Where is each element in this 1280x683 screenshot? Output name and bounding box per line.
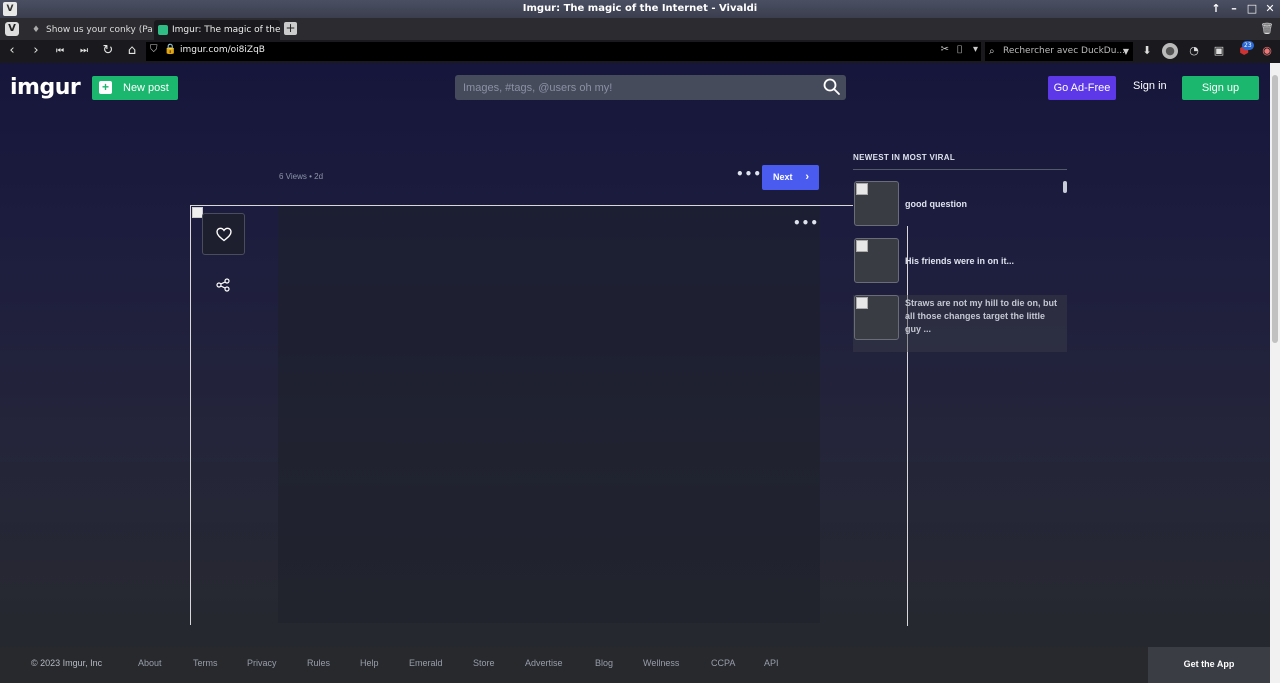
reload-icon[interactable]: ↻ bbox=[99, 42, 117, 60]
footer-link-help[interactable]: Help bbox=[360, 658, 379, 668]
footer-link-advertise[interactable]: Advertise bbox=[525, 658, 563, 668]
post-meta: 6 Views • 2d bbox=[279, 172, 323, 181]
next-post-button[interactable]: Next › bbox=[762, 165, 819, 190]
url-field[interactable]: ⛉ 🔒 imgur.com/oi8iZqB ✂ ⌷ ▾ bbox=[146, 42, 981, 61]
search-input[interactable] bbox=[455, 75, 815, 100]
vivaldi-menu-icon[interactable]: V bbox=[5, 22, 19, 36]
footer-link-about[interactable]: About bbox=[138, 658, 162, 668]
next-label: Next bbox=[773, 172, 793, 182]
new-tab-icon[interactable]: + bbox=[284, 22, 297, 35]
footer-link-privacy[interactable]: Privacy bbox=[247, 658, 277, 668]
imgur-favicon-icon bbox=[158, 25, 168, 35]
imgur-page: imgur + New post Go Ad-Free Sign in Sign… bbox=[0, 63, 1270, 683]
download-icon[interactable]: ⬇ bbox=[1139, 43, 1155, 59]
page-scrollbar[interactable] bbox=[1270, 63, 1280, 683]
extension-icon[interactable]: ◉ bbox=[1259, 43, 1275, 59]
tab-label: Imgur: The magic of the Int bbox=[172, 25, 280, 35]
tab-imgur[interactable]: Imgur: The magic of the Int bbox=[154, 20, 280, 40]
meta-separator: • bbox=[309, 172, 312, 181]
search-engine-dropdown-icon[interactable]: ▼ bbox=[1123, 42, 1129, 61]
search-icon[interactable] bbox=[822, 77, 842, 97]
post-age: 2d bbox=[314, 172, 324, 181]
favorite-button[interactable] bbox=[202, 213, 245, 255]
minimize-icon[interactable]: – bbox=[1228, 3, 1240, 15]
footer-link-emerald[interactable]: Emerald bbox=[409, 658, 443, 668]
sidebar-post-item[interactable]: Straws are not my hill to die on, but al… bbox=[853, 295, 1067, 352]
post-thumbnail[interactable] bbox=[854, 295, 899, 340]
sidebar-divider bbox=[853, 169, 1067, 170]
back-icon[interactable]: ‹ bbox=[3, 42, 21, 60]
tab-conky[interactable]: ♦ Show us your conky (Page bbox=[28, 20, 152, 40]
imgur-logo[interactable]: imgur bbox=[10, 75, 81, 100]
translate-icon[interactable]: ✂ bbox=[941, 44, 949, 55]
new-post-label: New post bbox=[123, 82, 169, 94]
lock-icon[interactable]: 🔒 bbox=[164, 44, 176, 55]
sign-in-link[interactable]: Sign in bbox=[1133, 80, 1167, 92]
window-titlebar: V Imgur: The magic of the Internet - Viv… bbox=[0, 0, 1280, 18]
search-icon: ⌕ bbox=[989, 46, 995, 57]
post-thumbnail[interactable] bbox=[854, 181, 899, 226]
profile-avatar-icon[interactable]: ● bbox=[1162, 43, 1178, 59]
heart-icon bbox=[216, 227, 232, 242]
reader-icon[interactable]: ▣ bbox=[1211, 43, 1227, 59]
scrollbar-thumb[interactable] bbox=[1272, 75, 1278, 343]
window-title: Imgur: The magic of the Internet - Vival… bbox=[522, 3, 758, 14]
post-options-icon[interactable]: ••• bbox=[736, 167, 762, 181]
extension-badge: 23 bbox=[1242, 41, 1254, 50]
sign-up-button[interactable]: Sign up bbox=[1182, 76, 1259, 100]
post-frame-top bbox=[190, 205, 853, 206]
trash-icon[interactable]: 🗑 bbox=[1260, 22, 1274, 35]
search-engine-field[interactable]: ⌕ Rechercher avec DuckDu... ▼ bbox=[985, 42, 1133, 61]
image-options-icon[interactable]: ••• bbox=[793, 216, 819, 230]
sidebar-heading: NEWEST IN MOST VIRAL bbox=[853, 153, 955, 162]
post-caption[interactable]: His friends were in on it... bbox=[905, 255, 1060, 268]
new-post-button[interactable]: + New post bbox=[92, 76, 178, 100]
footer-link-blog[interactable]: Blog bbox=[595, 658, 613, 668]
share-icon[interactable] bbox=[216, 278, 230, 292]
maximize-icon[interactable]: □ bbox=[1246, 3, 1258, 15]
fast-forward-icon[interactable]: ⏭ bbox=[75, 42, 93, 60]
footer-link-rules[interactable]: Rules bbox=[307, 658, 330, 668]
forward-icon[interactable]: › bbox=[27, 42, 45, 60]
tab-strip: V ♦ Show us your conky (Page Imgur: The … bbox=[0, 18, 1280, 40]
rewind-icon[interactable]: ⏮ bbox=[51, 42, 69, 60]
post-frame-right bbox=[907, 226, 908, 626]
address-toolbar: ‹ › ⏮ ⏭ ↻ ⌂ ⛉ 🔒 imgur.com/oi8iZqB ✂ ⌷ ▾ … bbox=[0, 40, 1280, 63]
plus-icon: + bbox=[99, 81, 112, 94]
browser-window: V Imgur: The magic of the Internet - Viv… bbox=[0, 0, 1280, 683]
sidebar-post-item[interactable]: good question bbox=[853, 181, 1067, 227]
tab-label: Show us your conky (Page bbox=[46, 25, 152, 35]
url-dropdown-icon[interactable]: ▾ bbox=[973, 44, 978, 55]
sidebar-scrollbar[interactable] bbox=[1063, 181, 1067, 193]
post-caption[interactable]: Straws are not my hill to die on, but al… bbox=[905, 297, 1060, 336]
site-footer: © 2023 Imgur, Inc About Terms Privacy Ru… bbox=[0, 647, 1270, 683]
footer-link-terms[interactable]: Terms bbox=[193, 658, 218, 668]
sync-icon[interactable]: ◔ bbox=[1186, 43, 1202, 59]
conky-favicon-icon: ♦ bbox=[32, 25, 41, 35]
footer-link-wellness[interactable]: Wellness bbox=[643, 658, 679, 668]
footer-link-store[interactable]: Store bbox=[473, 658, 495, 668]
shield-icon[interactable]: ⛉ bbox=[150, 44, 158, 55]
post-thumbnail[interactable] bbox=[854, 238, 899, 283]
chevron-right-icon: › bbox=[805, 171, 809, 183]
post-frame-left bbox=[190, 205, 191, 625]
bookmark-icon[interactable]: ⌷ bbox=[956, 43, 963, 57]
url-text[interactable]: imgur.com/oi8iZqB bbox=[180, 45, 265, 55]
sidebar-post-item[interactable]: His friends were in on it... bbox=[853, 238, 1067, 284]
search-placeholder: Rechercher avec DuckDu... bbox=[1003, 46, 1126, 56]
close-icon[interactable]: ✕ bbox=[1264, 3, 1276, 15]
copyright: © 2023 Imgur, Inc bbox=[31, 658, 103, 668]
post-image-area bbox=[278, 206, 820, 623]
view-count: 6 Views bbox=[279, 172, 307, 181]
window-controls: ↑ – □ ✕ bbox=[1210, 0, 1276, 18]
footer-link-ccpa[interactable]: CCPA bbox=[711, 658, 735, 668]
post-caption[interactable]: good question bbox=[905, 198, 1060, 211]
vivaldi-logo-icon[interactable]: V bbox=[3, 2, 17, 16]
home-icon[interactable]: ⌂ bbox=[123, 42, 141, 60]
site-search bbox=[455, 75, 846, 100]
go-ad-free-button[interactable]: Go Ad-Free bbox=[1048, 76, 1116, 100]
pin-icon[interactable]: ↑ bbox=[1210, 3, 1222, 15]
get-the-app-button[interactable]: Get the App bbox=[1148, 647, 1270, 683]
footer-link-api[interactable]: API bbox=[764, 658, 779, 668]
